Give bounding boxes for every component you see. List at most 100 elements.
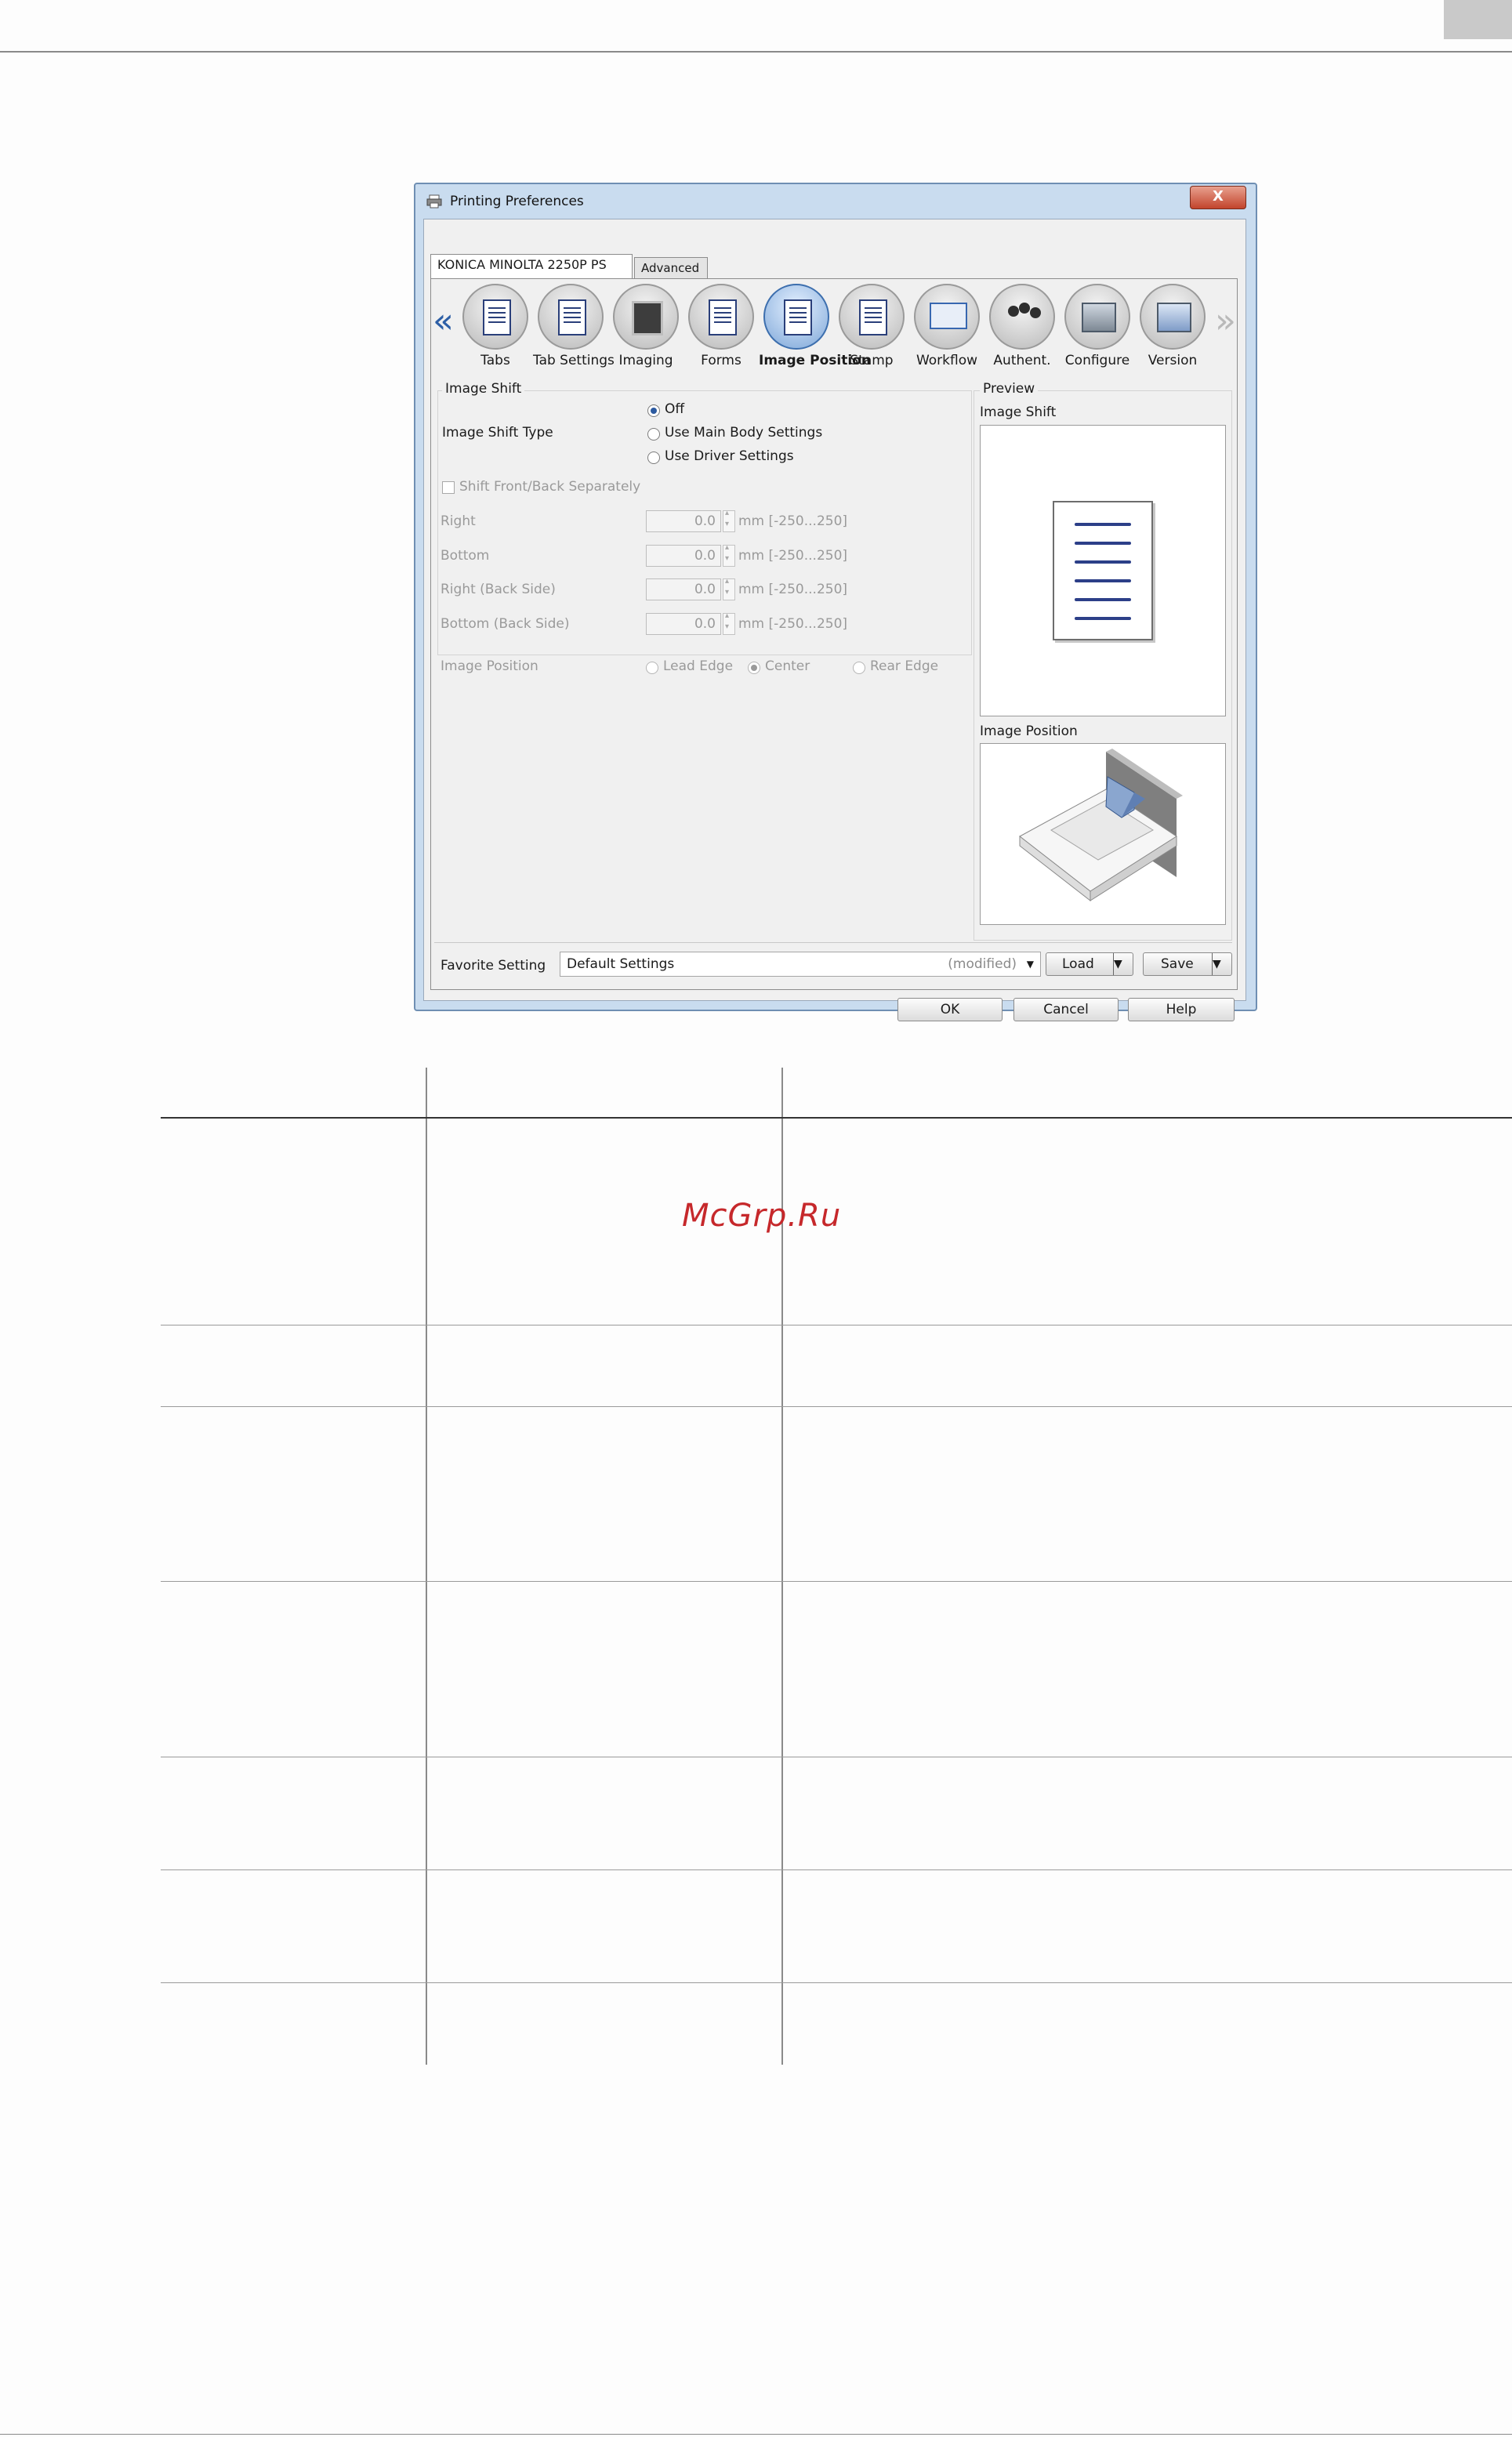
- image-shift-group-label: Image Shift: [442, 381, 525, 397]
- tab-panel: « » Tabs Tab Settings Imaging Forms Imag…: [430, 278, 1238, 990]
- right-back-stepper[interactable]: [723, 577, 735, 600]
- right-back-input[interactable]: 0.0: [646, 578, 721, 600]
- close-button[interactable]: X: [1190, 186, 1246, 209]
- favorite-setting-select[interactable]: Default Settings (modified) ▼: [560, 952, 1041, 977]
- radio-use-main-body-settings[interactable]: [647, 428, 660, 441]
- page-preview-icon: [1053, 501, 1153, 640]
- favorite-divider: [434, 942, 1232, 943]
- table-row-divider: [161, 1406, 1512, 1407]
- bottom-back-input[interactable]: 0.0: [646, 613, 721, 635]
- help-button[interactable]: Help: [1128, 998, 1235, 1021]
- top-rule: [0, 51, 1512, 53]
- toolbar-label: Forms: [701, 353, 741, 368]
- configure-icon: [1064, 284, 1130, 350]
- table-header-rule: [161, 1117, 1512, 1119]
- tab-settings-icon: [538, 284, 604, 350]
- toolbar-item-authentication[interactable]: Authent.: [984, 284, 1060, 378]
- bottom-back-stepper[interactable]: [723, 611, 735, 635]
- radio-main-body-label: Use Main Body Settings: [665, 425, 823, 441]
- radio-use-driver-settings[interactable]: [647, 451, 660, 464]
- bottom-rule: [0, 2434, 1512, 2435]
- right-input[interactable]: 0.0: [646, 510, 721, 532]
- toolbar-label: Workflow: [916, 353, 978, 368]
- save-button[interactable]: Save ▼: [1143, 952, 1232, 976]
- toolbar-label: Imaging: [618, 353, 673, 368]
- ok-button[interactable]: OK: [897, 998, 1003, 1021]
- radio-off[interactable]: [647, 404, 660, 417]
- printing-preferences-dialog: Printing Preferences X KONICA MINOLTA 22…: [414, 183, 1257, 1021]
- center-label: Center: [765, 658, 810, 674]
- nav-prev-icon[interactable]: «: [433, 301, 454, 341]
- function-toolbar: « » Tabs Tab Settings Imaging Forms Imag…: [431, 279, 1237, 381]
- toolbar-item-tabs[interactable]: Tabs: [458, 284, 533, 378]
- version-icon: [1140, 284, 1206, 350]
- toolbar-item-configure[interactable]: Configure: [1060, 284, 1135, 378]
- load-button[interactable]: Load ▼: [1046, 952, 1133, 976]
- image-shift-type-label: Image Shift Type: [442, 425, 553, 441]
- toolbar-item-stamp[interactable]: Stamp: [834, 284, 909, 378]
- preview-image-shift-label: Image Shift: [980, 404, 1057, 420]
- forms-icon: [688, 284, 754, 350]
- radio-off-label: Off: [665, 401, 685, 417]
- cancel-button[interactable]: Cancel: [1013, 998, 1119, 1021]
- save-dropdown-icon[interactable]: ▼: [1212, 953, 1231, 975]
- favorite-setting-label: Favorite Setting: [441, 958, 546, 974]
- chevron-down-icon: ▼: [1026, 959, 1034, 970]
- bottom-label: Bottom: [441, 548, 490, 564]
- right-back-unit: mm [-250...250]: [738, 582, 848, 597]
- preview-group-label: Preview: [980, 381, 1039, 397]
- bottom-stepper[interactable]: [723, 543, 735, 567]
- radio-center[interactable]: [748, 662, 760, 674]
- printer-icon: [426, 194, 442, 209]
- tab-printer-model[interactable]: KONICA MINOLTA 2250P PS: [430, 254, 633, 279]
- right-unit: mm [-250...250]: [738, 513, 848, 529]
- toolbar-item-tab-settings[interactable]: Tab Settings: [533, 284, 615, 378]
- radio-lead-edge[interactable]: [646, 662, 658, 674]
- load-dropdown-icon[interactable]: ▼: [1113, 953, 1133, 975]
- page-corner-tab: [1444, 0, 1512, 39]
- load-button-label: Load: [1062, 956, 1094, 972]
- image-position-preview: [980, 743, 1226, 925]
- tabs-icon: [462, 284, 528, 350]
- toolbar-label: Stamp: [850, 353, 894, 368]
- bottom-unit: mm [-250...250]: [738, 548, 848, 564]
- save-button-label: Save: [1161, 956, 1194, 972]
- toolbar-item-workflow[interactable]: Workflow: [909, 284, 984, 378]
- radio-rear-edge[interactable]: [853, 662, 865, 674]
- lead-edge-label: Lead Edge: [663, 658, 734, 674]
- toolbar-item-imaging[interactable]: Imaging: [608, 284, 683, 378]
- bottom-input[interactable]: 0.0: [646, 545, 721, 567]
- favorite-setting-status: (modified): [948, 956, 1017, 972]
- toolbar-item-image-position[interactable]: Image Position: [759, 284, 871, 378]
- workflow-icon: [914, 284, 980, 350]
- watermark: McGrp.Ru: [682, 1198, 842, 1234]
- shift-front-back-label: Shift Front/Back Separately: [459, 479, 641, 495]
- authentication-icon: [989, 284, 1055, 350]
- preview-image-position-label: Image Position: [980, 723, 1078, 739]
- favorite-setting-value: Default Settings: [567, 956, 675, 972]
- image-position-label: Image Position: [441, 658, 538, 674]
- shift-front-back-checkbox[interactable]: [442, 481, 455, 494]
- dialog-client: KONICA MINOLTA 2250P PS Advanced « » Tab…: [423, 219, 1246, 1021]
- right-label: Right: [441, 513, 476, 529]
- image-position-icon: [763, 284, 829, 350]
- tab-advanced[interactable]: Advanced: [634, 257, 708, 279]
- toolbar-label: Tabs: [480, 353, 510, 368]
- rear-edge-label: Rear Edge: [870, 658, 939, 674]
- toolbar-label: Configure: [1064, 353, 1130, 368]
- table-row-divider: [161, 1869, 1512, 1870]
- table-row-divider: [161, 1982, 1512, 1983]
- nav-next-icon[interactable]: »: [1215, 301, 1236, 341]
- bottom-back-unit: mm [-250...250]: [738, 616, 848, 632]
- imaging-icon: [613, 284, 679, 350]
- paper-tray-illustration-icon: [1019, 749, 1183, 902]
- bottom-back-label: Bottom (Back Side): [441, 616, 570, 632]
- toolbar-label: Version: [1148, 353, 1198, 368]
- toolbar-item-version[interactable]: Version: [1135, 284, 1210, 378]
- toolbar-label: Image Position: [759, 353, 871, 368]
- right-stepper[interactable]: [723, 509, 735, 532]
- toolbar-item-forms[interactable]: Forms: [683, 284, 759, 378]
- title-bar: Printing Preferences X: [415, 184, 1256, 219]
- image-shift-preview: [980, 425, 1226, 716]
- right-back-label: Right (Back Side): [441, 582, 556, 597]
